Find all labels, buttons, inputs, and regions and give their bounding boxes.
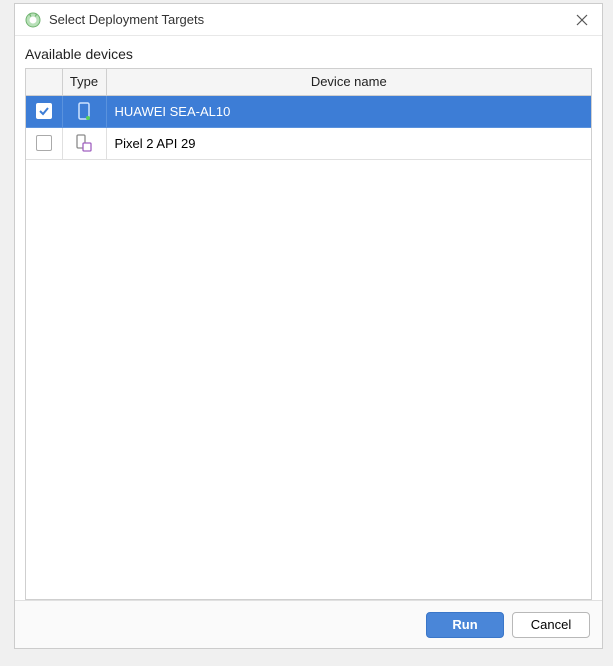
device-name-cell: HUAWEI SEA-AL10 bbox=[106, 95, 591, 127]
phone-icon bbox=[74, 101, 94, 121]
button-bar: Run Cancel bbox=[15, 600, 602, 648]
table-row[interactable]: Pixel 2 API 29 bbox=[26, 127, 591, 159]
column-header-device-name[interactable]: Device name bbox=[106, 69, 591, 95]
dialog-content: Available devices Type Device name bbox=[15, 36, 602, 600]
table-header-row: Type Device name bbox=[26, 69, 591, 95]
virtual-device-icon bbox=[74, 133, 94, 153]
run-button[interactable]: Run bbox=[426, 612, 504, 638]
available-devices-label: Available devices bbox=[25, 46, 592, 62]
column-header-type[interactable]: Type bbox=[62, 69, 106, 95]
window-title: Select Deployment Targets bbox=[49, 12, 572, 27]
titlebar: Select Deployment Targets bbox=[15, 4, 602, 36]
table-row[interactable]: HUAWEI SEA-AL10 bbox=[26, 95, 591, 127]
column-header-checkbox[interactable] bbox=[26, 69, 62, 95]
device-name-cell: Pixel 2 API 29 bbox=[106, 127, 591, 159]
device-checkbox[interactable] bbox=[36, 135, 52, 151]
device-checkbox[interactable] bbox=[36, 103, 52, 119]
device-table-container: Type Device name bbox=[25, 68, 592, 600]
android-studio-icon bbox=[25, 12, 41, 28]
cancel-button[interactable]: Cancel bbox=[512, 612, 590, 638]
dialog-select-deployment-targets: Select Deployment Targets Available devi… bbox=[14, 3, 603, 649]
device-table: Type Device name bbox=[26, 69, 591, 160]
close-icon[interactable] bbox=[572, 10, 592, 30]
